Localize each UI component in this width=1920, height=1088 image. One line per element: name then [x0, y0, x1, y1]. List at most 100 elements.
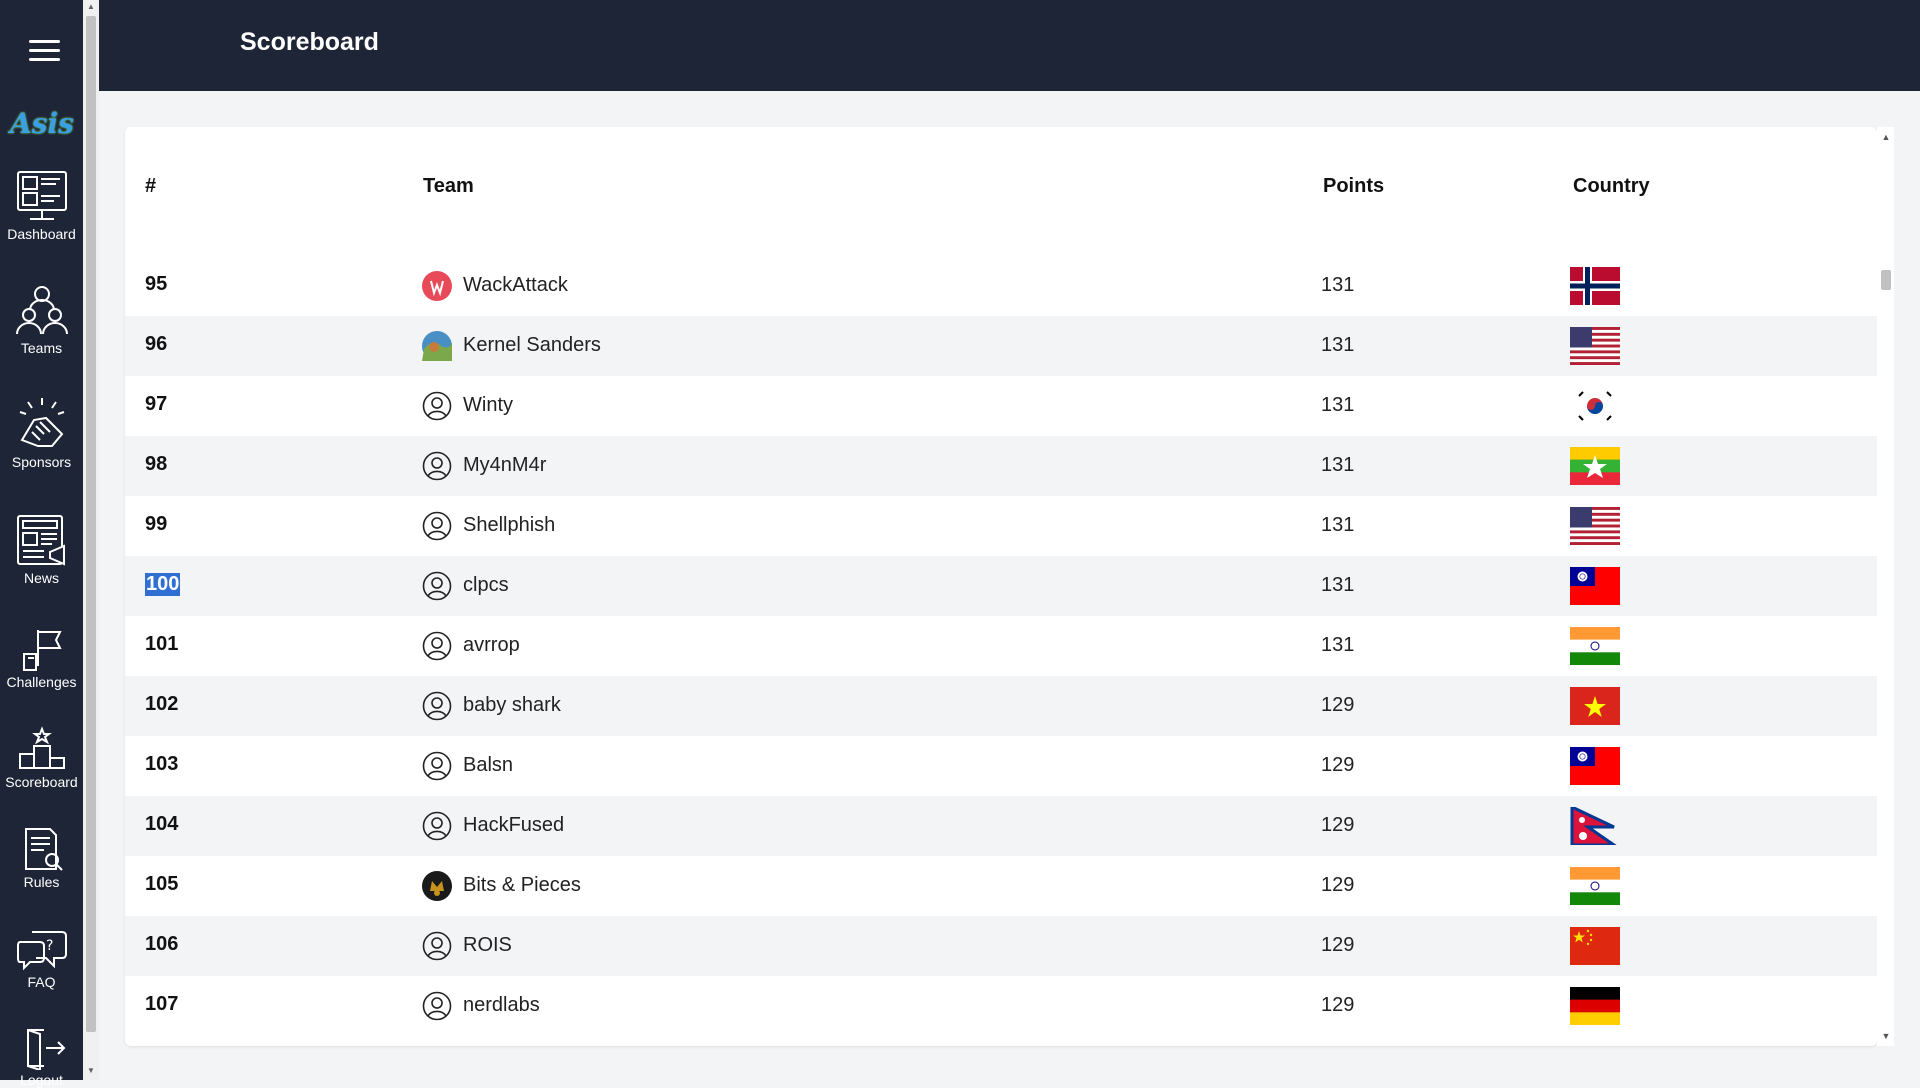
points-cell: 131 [1321, 274, 1355, 296]
country-flag-icon [1570, 567, 1620, 605]
sidebar-item-sponsors[interactable]: Sponsors [0, 396, 83, 470]
team-avatar-icon [422, 751, 452, 781]
sidebar-item-label: Scoreboard [5, 774, 78, 790]
country-flag-icon [1570, 687, 1620, 725]
table-row: 99 Shellphish 131 [125, 496, 1877, 556]
points-cell: 131 [1321, 574, 1355, 596]
team-avatar-icon [422, 511, 452, 541]
sidebar-item-label: Sponsors [11, 454, 72, 470]
rank-cell: 97 [145, 393, 168, 415]
country-flag-icon [1570, 267, 1620, 305]
page-title: Scoreboard [240, 28, 379, 56]
country-flag-icon [1570, 867, 1620, 905]
sidebar-item-label: Rules [23, 874, 60, 890]
sidebar-item-news[interactable]: News [0, 512, 83, 586]
country-flag-icon [1570, 807, 1617, 845]
flag-icon [22, 630, 62, 671]
country-flag-icon [1570, 327, 1620, 365]
rank-cell: 95 [145, 273, 168, 295]
column-header-points[interactable]: Points [1323, 175, 1384, 198]
team-name-link[interactable]: Balsn [463, 754, 513, 777]
points-cell: 131 [1321, 454, 1355, 476]
team-avatar-icon [422, 331, 452, 361]
points-cell: 131 [1321, 334, 1355, 356]
points-cell: 129 [1321, 814, 1355, 836]
team-name-link[interactable]: clpcs [463, 574, 509, 597]
sidebar-item-label: News [23, 570, 59, 586]
table-row: 104 HackFused 129 [125, 796, 1877, 856]
team-name-link[interactable]: baby shark [463, 694, 561, 717]
sidebar-item-faq[interactable]: ? FAQ [0, 926, 83, 990]
rank-cell: 104 [145, 813, 179, 835]
column-header-country[interactable]: Country [1573, 175, 1650, 198]
sidebar-item-label: FAQ [27, 974, 56, 990]
newspaper-icon [16, 515, 65, 566]
team-name-link[interactable]: ROIS [463, 934, 512, 957]
table-row: 100 clpcs 131 [125, 556, 1877, 616]
points-cell: 129 [1321, 754, 1355, 776]
country-flag-icon [1570, 507, 1620, 545]
team-avatar-icon [422, 931, 452, 961]
hamburger-menu-icon[interactable] [29, 40, 60, 62]
points-cell: 129 [1321, 694, 1355, 716]
points-cell: 131 [1321, 514, 1355, 536]
team-avatar-icon [422, 691, 452, 721]
column-header-rank[interactable]: # [145, 175, 156, 198]
handshake-icon [19, 398, 64, 447]
top-header: Scoreboard [99, 0, 1920, 91]
team-name-link[interactable]: HackFused [463, 814, 564, 837]
country-flag-icon [1570, 927, 1620, 965]
team-name-link[interactable]: WackAttack [463, 274, 568, 297]
rank-cell: 106 [145, 933, 179, 955]
table-scrollbar[interactable] [1877, 127, 1894, 1046]
team-name-link[interactable]: avrrop [463, 634, 520, 657]
country-flag-icon [1570, 387, 1620, 425]
table-scroll-down-icon[interactable]: ▼ [1880, 1030, 1892, 1042]
points-cell: 129 [1321, 874, 1355, 896]
sidebar-item-dashboard[interactable]: Dashboard [0, 168, 83, 242]
asis-logo: Asis [10, 107, 74, 140]
points-cell: 129 [1321, 934, 1355, 956]
team-avatar-icon [422, 571, 452, 601]
podium-icon [18, 726, 65, 769]
rank-cell: 96 [145, 333, 168, 355]
faq-chat-icon: ? [16, 931, 67, 971]
sidebar-scroll-thumb[interactable] [86, 16, 96, 1032]
team-avatar-icon [422, 391, 452, 421]
sidebar-item-teams[interactable]: Teams [0, 282, 83, 356]
table-scroll-thumb[interactable] [1881, 270, 1891, 290]
sidebar: Asis Dashboard Teams Sponsors News Chall… [0, 0, 83, 1088]
team-name-link[interactable]: Shellphish [463, 514, 555, 537]
team-name-link[interactable]: Kernel Sanders [463, 334, 601, 357]
team-name-link[interactable]: nerdlabs [463, 994, 540, 1017]
team-name-link[interactable]: Bits & Pieces [463, 874, 581, 897]
team-name-link[interactable]: My4nM4r [463, 454, 546, 477]
rank-cell: 103 [145, 753, 179, 775]
country-flag-icon [1570, 627, 1620, 665]
table-row: 103 Balsn 129 [125, 736, 1877, 796]
team-avatar-icon [422, 871, 452, 901]
rank-cell: 101 [145, 633, 179, 655]
dashboard-icon [16, 171, 67, 220]
table-row: 102 baby shark 129 [125, 676, 1877, 736]
column-header-team[interactable]: Team [423, 175, 474, 198]
rank-cell: 105 [145, 873, 179, 895]
sidebar-item-logout[interactable]: Logout [0, 1026, 83, 1088]
table-row: 95 WackAttack 131 [125, 256, 1877, 316]
points-cell: 129 [1321, 994, 1355, 1016]
team-name-link[interactable]: Winty [463, 394, 513, 417]
table-scroll-up-icon[interactable]: ▲ [1880, 131, 1892, 143]
sidebar-item-rules[interactable]: Rules [0, 826, 83, 890]
sidebar-scroll-up-icon[interactable]: ▲ [86, 2, 96, 12]
sidebar-scroll-down-icon[interactable]: ▼ [86, 1066, 96, 1076]
sidebar-item-scoreboard[interactable]: Scoreboard [0, 726, 83, 790]
table-row: 101 avrrop 131 [125, 616, 1877, 676]
table-row: 105 Bits & Pieces 129 [125, 856, 1877, 916]
sidebar-item-label: Teams [20, 340, 63, 356]
country-flag-icon [1570, 987, 1620, 1025]
scoreboard-panel: # Team Points Country 95 WackAttack 131 96 K… [125, 127, 1877, 1046]
sidebar-item-challenges[interactable]: Challenges [0, 626, 83, 690]
points-cell: 131 [1321, 634, 1355, 656]
table-row: 97 Winty 131 [125, 376, 1877, 436]
points-cell: 131 [1321, 394, 1355, 416]
